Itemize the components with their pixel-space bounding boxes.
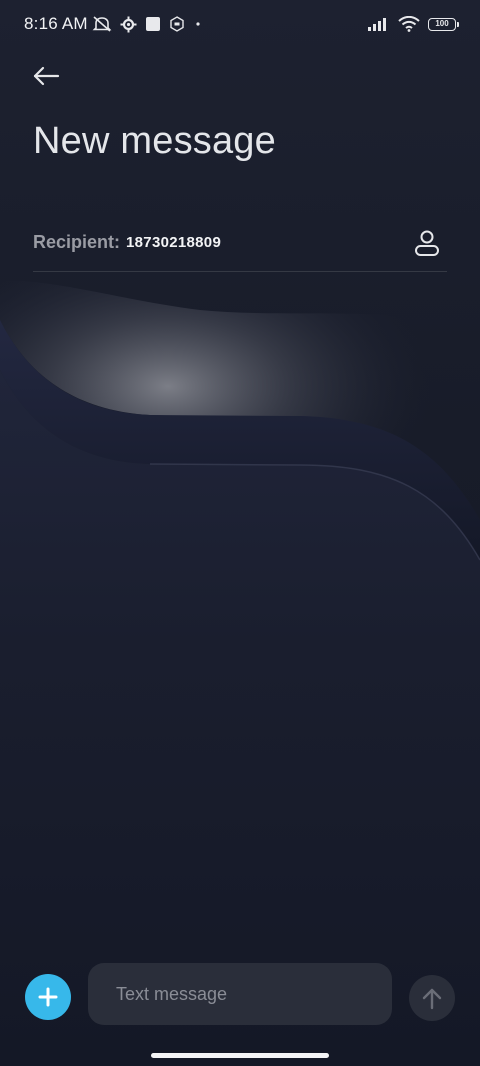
message-composer xyxy=(0,962,480,1028)
send-button[interactable] xyxy=(409,975,455,1021)
status-time: 8:16 AM xyxy=(24,14,88,33)
status-system-icons: 100 xyxy=(368,16,459,32)
battery-icon: 100 xyxy=(428,17,459,31)
recipient-number[interactable]: 18730218809 xyxy=(126,234,221,251)
signal-icon xyxy=(368,17,390,31)
plus-icon xyxy=(37,986,59,1008)
status-notification-icons xyxy=(92,15,203,33)
page-title: New message xyxy=(33,120,276,162)
mute-icon xyxy=(92,15,112,33)
hexagon-icon xyxy=(169,16,185,32)
screen: 8:16 AM 100 New message Recipient: 18730… xyxy=(0,0,480,1066)
battery-level: 100 xyxy=(435,19,449,28)
contact-picker-button[interactable] xyxy=(409,225,445,261)
status-bar: 8:16 AM 100 xyxy=(0,0,480,48)
dot-icon xyxy=(193,19,203,29)
add-attachment-button[interactable] xyxy=(25,974,71,1020)
square-icon xyxy=(145,16,161,32)
wifi-icon xyxy=(398,16,420,32)
arrow-left-icon xyxy=(32,66,60,86)
settings-gear-icon xyxy=(120,16,137,33)
text-message-input[interactable] xyxy=(88,963,392,1025)
arrow-up-icon xyxy=(421,986,443,1010)
recipient-label: Recipient: xyxy=(33,232,121,252)
recipient-row[interactable]: Recipient: 18730218809 xyxy=(33,214,447,272)
back-button[interactable] xyxy=(26,58,66,94)
home-indicator[interactable] xyxy=(151,1053,329,1058)
person-icon xyxy=(414,229,440,257)
